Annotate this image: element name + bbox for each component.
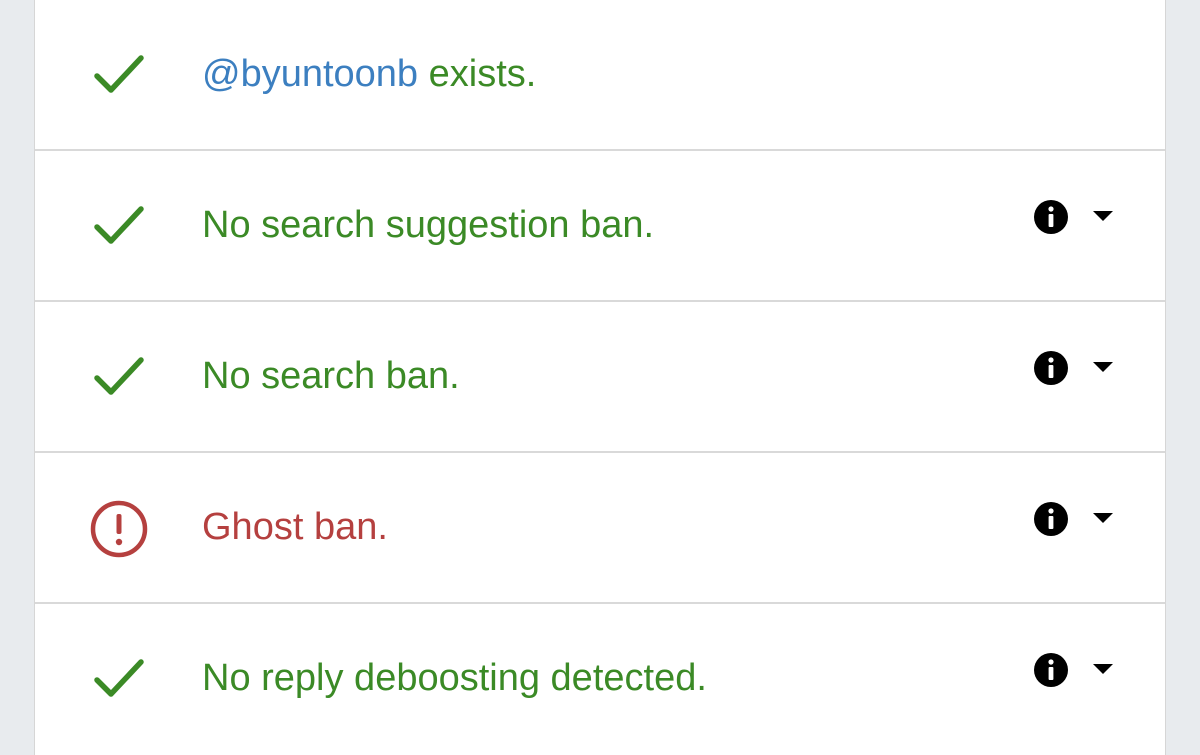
chevron-down-icon[interactable]: [1091, 662, 1115, 676]
results-card: @byuntoonb exists. No search suggestion …: [34, 0, 1166, 755]
check-icon: [89, 348, 149, 408]
result-text: No search suggestion ban.: [202, 204, 655, 246]
result-text: Ghost ban.: [202, 506, 388, 548]
result-row-reply-deboosting[interactable]: No reply deboosting detected.: [35, 604, 1165, 755]
check-icon: [89, 197, 149, 257]
result-text: No reply deboosting detected.: [202, 657, 707, 699]
result-row-exists: @byuntoonb exists.: [35, 0, 1165, 151]
result-row-ghost-ban[interactable]: Ghost ban.: [35, 453, 1165, 604]
account-handle-link[interactable]: @byuntoonb: [202, 53, 418, 95]
result-text-suffix: exists.: [418, 53, 537, 95]
chevron-down-icon[interactable]: [1091, 360, 1115, 374]
check-icon: [89, 46, 149, 106]
result-row-search-suggestion-ban[interactable]: No search suggestion ban.: [35, 151, 1165, 302]
info-icon[interactable]: [1033, 199, 1069, 235]
check-icon: [89, 650, 149, 710]
result-text: @byuntoonb exists.: [202, 48, 536, 100]
result-text: No search ban.: [202, 355, 460, 397]
chevron-down-icon[interactable]: [1091, 511, 1115, 525]
info-icon[interactable]: [1033, 652, 1069, 688]
info-icon[interactable]: [1033, 501, 1069, 537]
chevron-down-icon[interactable]: [1091, 209, 1115, 223]
exclamation-circle-icon: [89, 499, 149, 559]
info-icon[interactable]: [1033, 350, 1069, 386]
result-row-search-ban[interactable]: No search ban.: [35, 302, 1165, 453]
